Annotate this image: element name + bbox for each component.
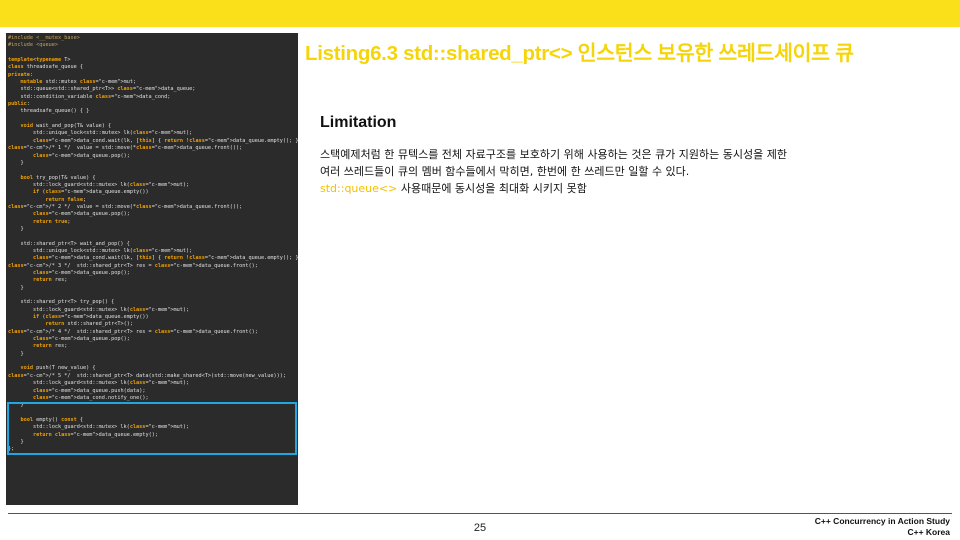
std-queue-term: std::queue<> bbox=[320, 182, 398, 195]
code-line: std::shared_ptr<T> try_pop() { bbox=[8, 299, 115, 306]
paragraph-line-3: std::queue<> 사용때문에 동시성을 최대화 시키지 못함 bbox=[320, 180, 920, 197]
code-line: std::shared_ptr<T> wait_and_pop() { bbox=[8, 240, 130, 247]
code-line: return res; bbox=[33, 277, 68, 284]
code-line: class="c-mem">data_queue.pop(); bbox=[33, 211, 130, 218]
code-line: class threadsafe_queue { bbox=[8, 64, 83, 71]
code-line: class="c-mem">data_queue.pop(); bbox=[33, 270, 130, 276]
paragraph-line-2: 여러 쓰레드들이 큐의 멤버 함수들에서 막히면, 한번에 한 쓰레드만 일할 … bbox=[320, 165, 690, 178]
code-line: if (class="c-mem">data_queue.empty()) bbox=[33, 314, 149, 321]
footer-divider bbox=[8, 513, 952, 514]
code-line: return std::shared_ptr<T>(); bbox=[45, 321, 133, 328]
code-line: class="c-mem">data_queue.pop(); bbox=[33, 336, 130, 343]
code-line: private: bbox=[8, 71, 33, 78]
code-line: } bbox=[8, 284, 24, 291]
code-line: class="c-mem">data_queue.push(data); bbox=[33, 387, 146, 394]
footer-credits: C++ Concurrency in Action Study C++ Kore… bbox=[815, 516, 950, 538]
code-line: mutable std::mutex class="c-mem">mut; bbox=[20, 79, 137, 86]
code-line: std::condition_variable class="c-mem">da… bbox=[8, 93, 171, 100]
code-line: std::unique_lock<std::mutex> lk(class="c… bbox=[8, 247, 193, 254]
code-line: } bbox=[8, 350, 24, 357]
code-line: class="c-cm">/* 2 */ value = std::move(*… bbox=[8, 203, 243, 210]
code-line: public: bbox=[8, 101, 30, 108]
code-line: std::queue<std::shared_ptr<T>> class="c-… bbox=[8, 86, 196, 93]
code-line: class="c-cm">/* 1 */ value = std::move(*… bbox=[8, 145, 243, 152]
code-line: void wait_and_pop(T& value) { bbox=[20, 123, 112, 130]
section-heading: Limitation bbox=[320, 114, 397, 131]
code-line: class="c-cm">/* 5 */ std::shared_ptr<T> … bbox=[8, 372, 286, 379]
code-line: bool try_pop(T& value) { bbox=[20, 174, 96, 181]
code-line: void push(T new_value) { bbox=[20, 365, 96, 372]
code-line: class="c-cm">/* 4 */ std::shared_ptr<T> … bbox=[8, 328, 258, 335]
code-line: #include <__mutex_base> bbox=[8, 35, 80, 41]
code-line: template<typename T> bbox=[8, 57, 71, 64]
slide-title: Listing6.3 std::shared_ptr<> 인스턴스 보유한 쓰레… bbox=[305, 42, 854, 65]
code-line: if (class="c-mem">data_queue.empty()) bbox=[33, 189, 149, 196]
code-line: std::lock_guard<std::mutex> lk(class="c-… bbox=[8, 306, 190, 313]
push-function-highlight bbox=[7, 402, 297, 455]
code-line: class="c-mem">data_cond.wait(lk, [this] … bbox=[33, 137, 298, 144]
code-line: return res; bbox=[33, 343, 68, 350]
paragraph-line-1: 스택예제처럼 한 뮤텍스를 전체 자료구조를 보호하기 위해 사용하는 것은 큐… bbox=[320, 148, 787, 161]
page-number: 25 bbox=[473, 522, 487, 534]
code-line: threadsafe_queue() { } bbox=[8, 108, 90, 115]
code-line: return true; bbox=[33, 218, 71, 225]
code-line: class="c-mem">data_cond.wait(lk, [this] … bbox=[33, 255, 298, 262]
footer-study-name: C++ Concurrency in Action Study bbox=[814, 516, 950, 526]
code-line: std::lock_guard<std::mutex> lk(class="c-… bbox=[8, 181, 190, 188]
code-listing: #include <__mutex_base> #include <queue> t… bbox=[6, 33, 298, 454]
code-line: class="c-cm">/* 3 */ std::shared_ptr<T> … bbox=[8, 262, 258, 269]
top-accent-bar bbox=[0, 0, 960, 27]
code-line: } bbox=[8, 225, 24, 232]
body-paragraph: 스택예제처럼 한 뮤텍스를 전체 자료구조를 보호하기 위해 사용하는 것은 큐… bbox=[320, 146, 920, 197]
footer-org-name: C++ Korea bbox=[907, 527, 950, 537]
code-line: #include <queue> bbox=[8, 42, 58, 49]
code-line: class="c-mem">data_queue.pop(); bbox=[33, 152, 130, 159]
code-line: } bbox=[8, 159, 24, 166]
code-line: std::unique_lock<std::mutex> lk(class="c… bbox=[8, 130, 193, 137]
paragraph-line-3-rest: 사용때문에 동시성을 최대화 시키지 못함 bbox=[397, 182, 587, 195]
code-line: std::lock_guard<std::mutex> lk(class="c-… bbox=[8, 380, 190, 387]
code-line: return false; bbox=[45, 196, 87, 203]
